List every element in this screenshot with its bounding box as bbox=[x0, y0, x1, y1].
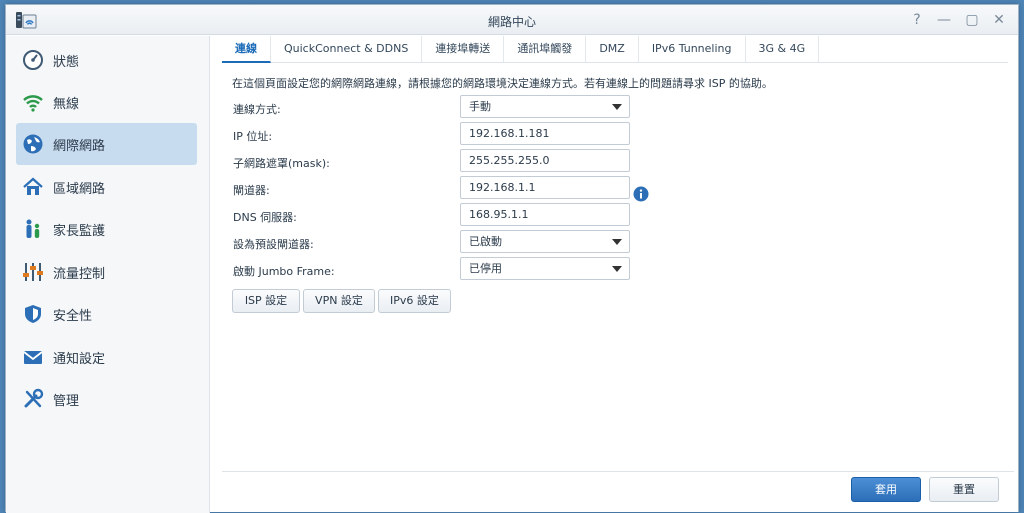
chevron-down-icon bbox=[612, 104, 622, 110]
jumbo-frame-label: 啟動 Jumbo Frame: bbox=[233, 265, 335, 278]
default-gateway-select[interactable]: 已啟動 bbox=[460, 230, 630, 253]
info-icon[interactable] bbox=[633, 186, 649, 202]
footer-divider bbox=[222, 471, 1014, 472]
wifi-icon bbox=[23, 95, 43, 112]
gateway-label: 閘道器: bbox=[233, 184, 270, 197]
sidebar-item-traffic[interactable]: 流量控制 bbox=[16, 251, 197, 293]
sidebar: 狀態 無線 網際網路 區域網路 家長監護 流量控制 安全性 通知設定 管理 bbox=[6, 36, 210, 513]
sidebar-item-label: 通知設定 bbox=[53, 351, 106, 367]
sidebar-item-label: 無線 bbox=[53, 96, 80, 112]
tab-ipv6-tunneling[interactable]: IPv6 Tunneling bbox=[639, 36, 746, 63]
help-button[interactable]: ? bbox=[909, 11, 925, 29]
jumbo-frame-select[interactable]: 已停用 bbox=[460, 257, 630, 280]
sidebar-item-admin[interactable]: 管理 bbox=[16, 378, 197, 420]
tab-3g-4g[interactable]: 3G & 4G bbox=[746, 36, 820, 63]
minimize-button[interactable]: — bbox=[936, 11, 952, 29]
sliders-icon bbox=[23, 263, 43, 281]
vpn-settings-button[interactable]: VPN 設定 bbox=[303, 289, 375, 313]
tools-icon bbox=[24, 388, 44, 408]
connection-type-value: 手動 bbox=[469, 100, 491, 113]
page-description: 在這個頁面設定您的網際網路連線，請根據您的網路環境決定連線方式。若有連線上的問題… bbox=[232, 77, 773, 90]
sidebar-item-label: 家長監護 bbox=[53, 223, 106, 239]
sidebar-item-parental[interactable]: 家長監護 bbox=[16, 208, 197, 250]
sidebar-item-label: 網際網路 bbox=[53, 138, 106, 154]
shield-icon bbox=[25, 305, 41, 323]
gauge-icon bbox=[23, 50, 43, 70]
sidebar-item-label: 狀態 bbox=[53, 54, 80, 70]
tab-connection[interactable]: 連線 bbox=[222, 36, 271, 63]
ip-address-label: IP 位址: bbox=[233, 130, 273, 143]
jumbo-frame-value: 已停用 bbox=[469, 262, 502, 275]
chevron-down-icon bbox=[612, 239, 622, 245]
default-gateway-value: 已啟動 bbox=[469, 235, 502, 248]
sidebar-item-lan[interactable]: 區域網路 bbox=[16, 166, 197, 208]
tab-quickconnect-ddns[interactable]: QuickConnect & DDNS bbox=[271, 36, 423, 63]
sidebar-item-security[interactable]: 安全性 bbox=[16, 293, 197, 335]
connection-type-select[interactable]: 手動 bbox=[460, 95, 630, 118]
tab-port-forwarding[interactable]: 連接埠轉送 bbox=[422, 36, 505, 63]
reset-button[interactable]: 重置 bbox=[929, 477, 999, 502]
isp-settings-button[interactable]: ISP 設定 bbox=[232, 289, 300, 313]
sidebar-item-wireless[interactable]: 無線 bbox=[16, 81, 197, 123]
tab-dmz[interactable]: DMZ bbox=[586, 36, 639, 63]
sidebar-item-internet[interactable]: 網際網路 bbox=[16, 123, 197, 165]
connection-type-label: 連線方式: bbox=[233, 103, 281, 116]
subnet-mask-label: 子網路遮罩(mask): bbox=[233, 157, 330, 170]
sidebar-item-notification[interactable]: 通知設定 bbox=[16, 336, 197, 378]
mail-icon bbox=[23, 351, 43, 364]
subnet-mask-field[interactable]: 255.255.255.0 bbox=[460, 149, 630, 172]
title-bar: 網路中心 ? — ▢ ✕ bbox=[6, 5, 1018, 35]
globe-icon bbox=[23, 134, 43, 154]
sidebar-item-status[interactable]: 狀態 bbox=[16, 39, 197, 81]
window-title: 網路中心 bbox=[487, 15, 536, 29]
close-button[interactable]: ✕ bbox=[991, 11, 1007, 29]
family-icon bbox=[26, 219, 40, 238]
home-network-icon bbox=[23, 177, 43, 195]
sidebar-item-label: 流量控制 bbox=[53, 266, 106, 282]
gateway-field[interactable]: 192.168.1.1 bbox=[460, 176, 630, 199]
maximize-button[interactable]: ▢ bbox=[964, 11, 980, 29]
ipv6-settings-button[interactable]: IPv6 設定 bbox=[378, 289, 451, 313]
sidebar-item-label: 管理 bbox=[53, 393, 80, 409]
network-center-window: 網路中心 ? — ▢ ✕ 狀態 無線 網際網路 區域網路 家長監護 流量控制 安… bbox=[5, 4, 1019, 513]
sidebar-item-label: 區域網路 bbox=[53, 181, 106, 197]
tab-port-triggering[interactable]: 通訊埠觸發 bbox=[504, 36, 587, 63]
default-gateway-label: 設為預設閘道器: bbox=[233, 238, 314, 251]
ip-address-field[interactable]: 192.168.1.181 bbox=[460, 122, 630, 145]
sidebar-item-label: 安全性 bbox=[53, 308, 93, 324]
tab-bar: 連線 QuickConnect & DDNS 連接埠轉送 通訊埠觸發 DMZ I… bbox=[222, 36, 1008, 63]
dns-server-label: DNS 伺服器: bbox=[233, 211, 297, 224]
chevron-down-icon bbox=[612, 266, 622, 272]
apply-button[interactable]: 套用 bbox=[851, 477, 921, 502]
dns-server-field[interactable]: 168.95.1.1 bbox=[460, 203, 630, 226]
